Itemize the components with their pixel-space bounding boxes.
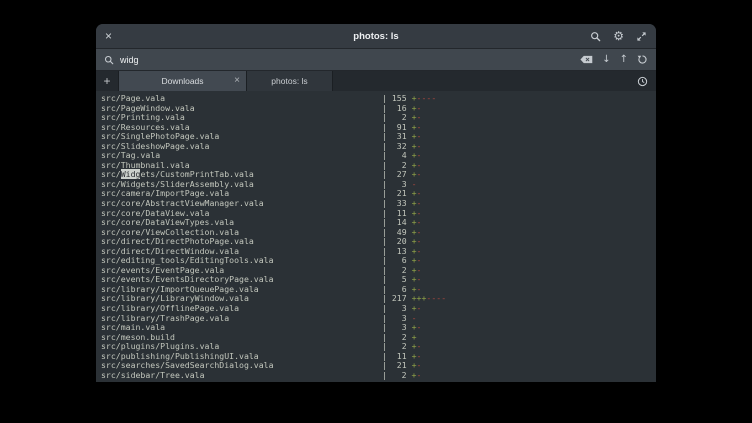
diff-del-mark: - (417, 322, 422, 332)
tab-bar: + Downloads × photos: ls (96, 71, 656, 91)
terminal-output[interactable]: src/Page.vala | 155 +----src/PageWindow.… (96, 91, 656, 382)
diff-del-mark: - (417, 360, 422, 370)
diff-del-mark: - (416, 370, 421, 380)
terminal-row: src/sidebar/Tree.vala | 2 +- (101, 371, 656, 381)
diff-add-mark: + (412, 332, 417, 342)
titlebar[interactable]: × photos: ls ⚙ (96, 24, 656, 49)
diff-del-mark: - (417, 150, 422, 160)
fullscreen-icon[interactable] (636, 31, 647, 42)
diff-del-mark: - (412, 313, 417, 323)
wrap-around-icon[interactable] (637, 54, 648, 65)
history-clock-icon[interactable] (637, 76, 648, 87)
find-previous-icon[interactable]: ↑ (620, 55, 628, 65)
tab-photos[interactable]: photos: ls (247, 71, 333, 91)
search-query-text: widg (120, 55, 139, 65)
diff-del-mark: - (417, 236, 422, 246)
diff-del-mark: - (417, 141, 422, 151)
diff-del-mark: - (417, 255, 422, 265)
window-title: photos: ls (96, 31, 656, 42)
diff-del-mark: - (417, 351, 422, 361)
search-field-icon (104, 55, 114, 65)
clear-search-icon[interactable] (580, 55, 593, 64)
diff-del-mark: - (417, 265, 422, 275)
diff-del-mark: - (417, 131, 422, 141)
search-input[interactable]: widg (120, 49, 574, 70)
diff-del-mark: - (417, 303, 422, 313)
diff-del-mark: - (441, 293, 446, 303)
diff-del-mark: - (412, 179, 417, 189)
diff-del-mark: - (417, 217, 422, 227)
diff-del-mark: - (417, 103, 422, 113)
window-close-button[interactable]: × (105, 30, 112, 42)
diff-del-mark: - (431, 93, 436, 103)
diff-del-mark: - (417, 160, 422, 170)
diff-del-mark: - (417, 341, 422, 351)
diff-del-mark: - (417, 169, 422, 179)
search-match-highlight: Widg (121, 169, 141, 179)
terminal-window: × photos: ls ⚙ widg ↓ ↑ (96, 24, 656, 382)
new-tab-button[interactable]: + (96, 71, 119, 91)
tab-label: Downloads (161, 76, 203, 86)
diff-del-mark: - (417, 208, 422, 218)
diff-del-mark: - (417, 246, 422, 256)
diff-del-mark: - (417, 227, 422, 237)
diff-del-mark: - (417, 284, 422, 294)
diff-del-mark: - (417, 274, 422, 284)
search-bar: widg ↓ ↑ (96, 49, 656, 71)
diff-del-mark: - (417, 198, 422, 208)
find-next-icon[interactable]: ↓ (602, 55, 610, 65)
tab-close-icon[interactable]: × (234, 76, 240, 86)
settings-gear-icon[interactable]: ⚙ (613, 30, 624, 42)
diff-del-mark: - (417, 188, 422, 198)
diff-del-mark: - (417, 122, 422, 132)
search-icon[interactable] (590, 31, 601, 42)
tab-downloads[interactable]: Downloads × (119, 71, 247, 91)
tab-label: photos: ls (271, 76, 307, 86)
diff-del-mark: - (417, 112, 422, 122)
